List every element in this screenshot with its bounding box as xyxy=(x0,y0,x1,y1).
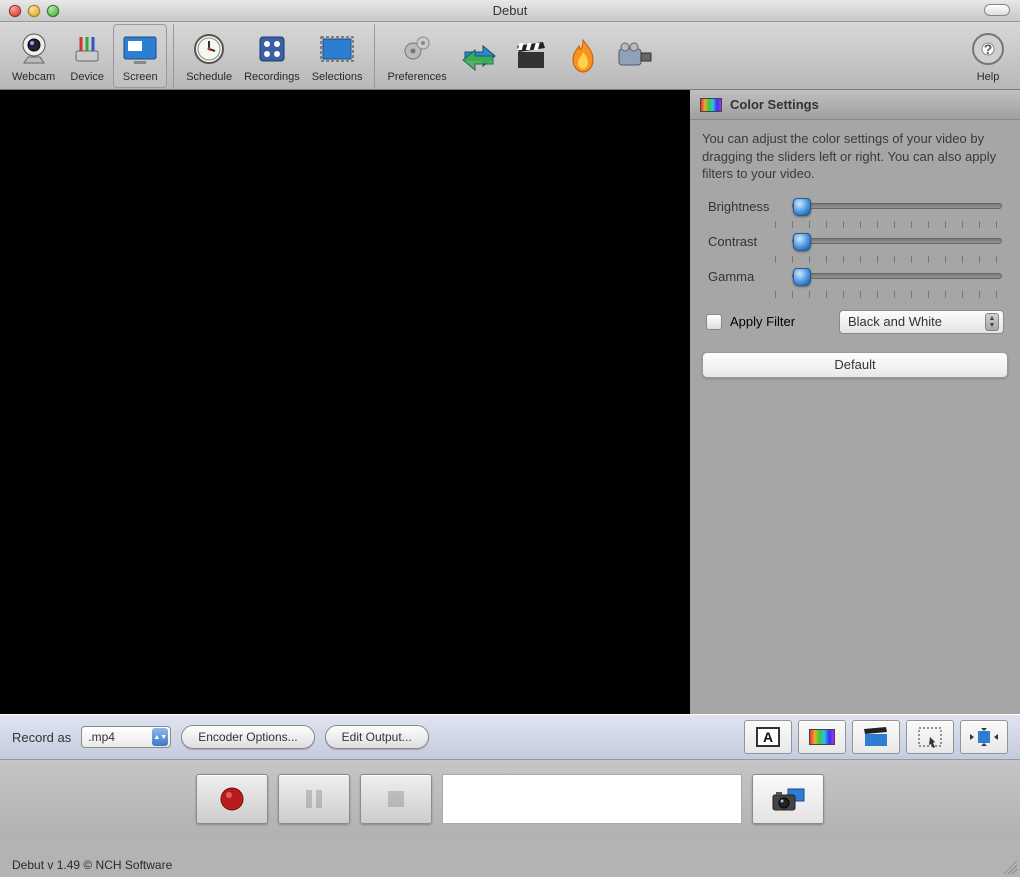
effects-toggle-button[interactable] xyxy=(852,720,900,754)
edit-output-label: Edit Output... xyxy=(342,730,412,744)
resize-arrows-icon xyxy=(970,726,998,748)
caption-a-icon: A xyxy=(756,727,780,747)
transport-bar xyxy=(0,760,1020,838)
pause-icon xyxy=(303,788,325,810)
flame-icon xyxy=(563,36,603,76)
svg-text:A: A xyxy=(763,729,773,745)
dropdown-arrows-icon: ▲▼ xyxy=(985,313,999,331)
status-display xyxy=(442,774,742,824)
format-select[interactable]: .mp4 ▲▼ xyxy=(81,726,171,748)
screen-icon xyxy=(120,29,160,69)
color-settings-panel: Color Settings You can adjust the color … xyxy=(690,90,1020,714)
stop-button[interactable] xyxy=(360,774,432,824)
webcam-label: Webcam xyxy=(12,71,55,83)
clapperboard-icon xyxy=(511,36,551,76)
zoom-window-button[interactable] xyxy=(47,5,59,17)
filter-selected-value: Black and White xyxy=(848,314,942,329)
record-as-label: Record as xyxy=(12,730,71,745)
snapshot-button[interactable] xyxy=(752,774,824,824)
preferences-button[interactable]: Preferences xyxy=(381,24,452,88)
brightness-label: Brightness xyxy=(708,199,786,214)
camcorder-button[interactable] xyxy=(609,24,661,88)
device-button[interactable]: Device xyxy=(61,24,113,88)
camcorder-icon xyxy=(615,36,655,76)
pause-button[interactable] xyxy=(278,774,350,824)
filter-select[interactable]: Black and White ▲▼ xyxy=(839,310,1004,334)
record-icon xyxy=(219,786,245,812)
schedule-label: Schedule xyxy=(186,71,232,83)
contrast-label: Contrast xyxy=(708,234,786,249)
close-window-button[interactable] xyxy=(9,5,21,17)
screen-button[interactable]: Screen xyxy=(113,24,167,88)
color-settings-toggle-button[interactable] xyxy=(798,720,846,754)
help-label: Help xyxy=(977,71,1000,83)
contrast-slider[interactable] xyxy=(792,238,1002,244)
crop-toggle-button[interactable] xyxy=(960,720,1008,754)
arrows-exchange-icon xyxy=(459,36,499,76)
dropdown-arrows-icon: ▲▼ xyxy=(152,728,168,746)
toolbar-toggle-pill[interactable] xyxy=(984,4,1010,16)
film-reel-icon xyxy=(252,29,292,69)
version-text: Debut v 1.49 © NCH Software xyxy=(12,858,172,872)
format-value: .mp4 xyxy=(88,730,115,744)
minimize-window-button[interactable] xyxy=(28,5,40,17)
titlebar: Debut xyxy=(0,0,1020,22)
preferences-label: Preferences xyxy=(387,71,446,83)
resize-grip[interactable] xyxy=(1003,860,1017,874)
panel-header: Color Settings xyxy=(690,90,1020,120)
stop-icon xyxy=(386,789,406,809)
encoder-options-label: Encoder Options... xyxy=(198,730,297,744)
clock-icon xyxy=(189,29,229,69)
record-button[interactable] xyxy=(196,774,268,824)
video-preview xyxy=(0,90,690,714)
recordings-button[interactable]: Recordings xyxy=(238,24,306,88)
selections-button[interactable]: Selections xyxy=(306,24,369,88)
clapper-small-icon xyxy=(863,727,889,747)
apply-filter-label: Apply Filter xyxy=(730,314,795,329)
options-bar: Record as .mp4 ▲▼ Encoder Options... Edi… xyxy=(0,714,1020,760)
selections-label: Selections xyxy=(312,71,363,83)
screen-label: Screen xyxy=(123,71,158,83)
caption-toggle-button[interactable]: A xyxy=(744,720,792,754)
device-label: Device xyxy=(70,71,104,83)
gears-icon xyxy=(397,29,437,69)
camera-icon xyxy=(770,785,806,813)
help-button[interactable]: ? Help xyxy=(962,24,1014,88)
schedule-button[interactable]: Schedule xyxy=(180,24,238,88)
brightness-slider[interactable] xyxy=(792,203,1002,209)
status-bar: Debut v 1.49 © NCH Software xyxy=(0,853,1020,877)
panel-title: Color Settings xyxy=(730,97,819,112)
transfer-button[interactable] xyxy=(453,24,505,88)
svg-text:?: ? xyxy=(984,41,993,57)
marquee-cursor-icon xyxy=(917,726,943,748)
default-button[interactable]: Default xyxy=(702,352,1008,378)
color-bars-icon xyxy=(809,729,835,745)
webcam-icon xyxy=(14,29,54,69)
webcam-button[interactable]: Webcam xyxy=(6,24,61,88)
window-title: Debut xyxy=(493,3,528,18)
gamma-label: Gamma xyxy=(708,269,786,284)
encoder-options-button[interactable]: Encoder Options... xyxy=(181,725,314,749)
gamma-slider[interactable] xyxy=(792,273,1002,279)
panel-description: You can adjust the color settings of you… xyxy=(690,120,1020,193)
device-icon xyxy=(67,29,107,69)
recordings-label: Recordings xyxy=(244,71,300,83)
apply-filter-checkbox[interactable] xyxy=(706,314,722,330)
selection-icon xyxy=(317,29,357,69)
main-area: Color Settings You can adjust the color … xyxy=(0,90,1020,714)
help-icon: ? xyxy=(968,29,1008,69)
color-bars-icon xyxy=(700,98,722,112)
burn-button[interactable] xyxy=(557,24,609,88)
default-button-label: Default xyxy=(834,357,875,372)
main-toolbar: Webcam Device Screen xyxy=(0,22,1020,90)
edit-output-button[interactable]: Edit Output... xyxy=(325,725,429,749)
selection-toggle-button[interactable] xyxy=(906,720,954,754)
clapper-button[interactable] xyxy=(505,24,557,88)
